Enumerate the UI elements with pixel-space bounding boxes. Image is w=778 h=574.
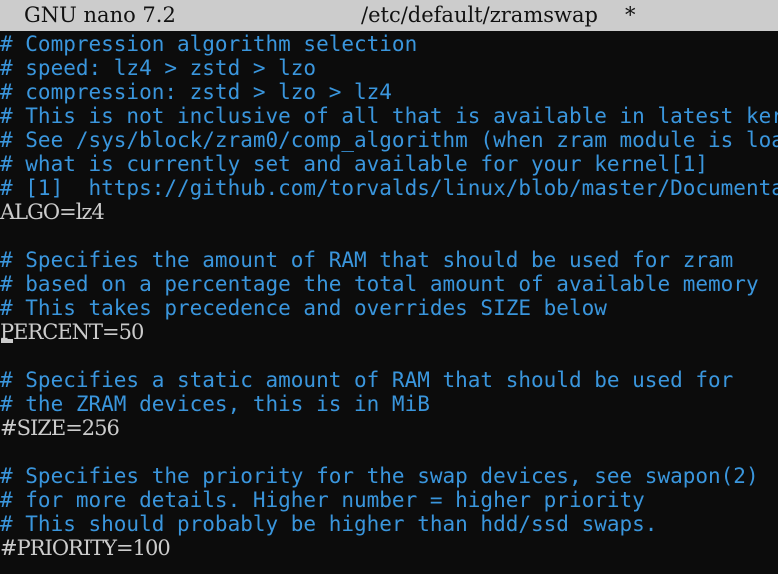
text-editing-area[interactable]: # Compression algorithm selection # speed…	[0, 31, 778, 574]
blank-line[interactable]	[0, 224, 778, 248]
config-line[interactable]: #PRIORITY=100	[0, 536, 778, 560]
comment-line[interactable]: # Specifies a static amount of RAM that …	[0, 368, 778, 392]
text-cursor	[1, 339, 13, 343]
config-line[interactable]: PERCENT=50	[0, 320, 778, 344]
comment-line[interactable]: # compression: zstd > lzo > lz4	[0, 80, 778, 104]
comment-line[interactable]: # [1] https://github.com/torvalds/linux/…	[0, 176, 778, 200]
config-line[interactable]: ALGO=lz4	[0, 200, 778, 224]
file-path-label: /etc/default/zramswap	[361, 3, 598, 27]
comment-line[interactable]: # See /sys/block/zram0/comp_algorithm (w…	[0, 128, 778, 152]
nano-title-bar: GNU nano 7.2 /etc/default/zramswap *	[0, 0, 778, 31]
comment-line[interactable]: # for more details. Higher number = high…	[0, 488, 778, 512]
modified-indicator: *	[625, 3, 636, 27]
comment-line[interactable]: # Compression algorithm selection	[0, 32, 778, 56]
comment-line[interactable]: # based on a percentage the total amount…	[0, 272, 778, 296]
comment-line[interactable]: # speed: lz4 > zstd > lzo	[0, 56, 778, 80]
blank-line[interactable]	[0, 440, 778, 464]
editor-version-label: GNU nano 7.2	[24, 3, 176, 27]
comment-line[interactable]: # This is not inclusive of all that is a…	[0, 104, 778, 128]
nano-terminal-window[interactable]: GNU nano 7.2 /etc/default/zramswap * # C…	[0, 0, 778, 574]
config-line[interactable]: #SIZE=256	[0, 416, 778, 440]
comment-line[interactable]: # This takes precedence and overrides SI…	[0, 296, 778, 320]
comment-line[interactable]: # Specifies the amount of RAM that shoul…	[0, 248, 778, 272]
comment-line[interactable]: # the ZRAM devices, this is in MiB	[0, 392, 778, 416]
comment-line[interactable]: # This should probably be higher than hd…	[0, 512, 778, 536]
blank-line[interactable]	[0, 344, 778, 368]
comment-line[interactable]: # what is currently set and available fo…	[0, 152, 778, 176]
comment-line[interactable]: # Specifies the priority for the swap de…	[0, 464, 778, 488]
